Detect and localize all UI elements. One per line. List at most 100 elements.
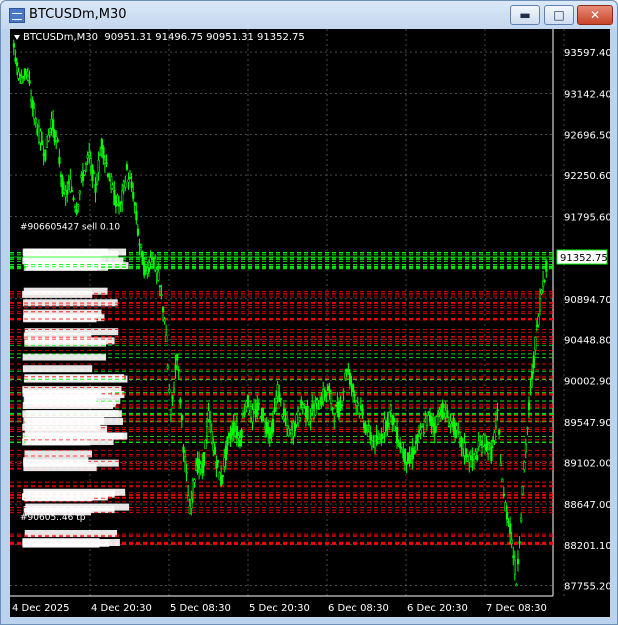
- candle-body: [202, 452, 206, 467]
- candle-body: [499, 462, 502, 467]
- y-tick-label: 87755.20: [564, 581, 610, 592]
- candle-body: [83, 170, 86, 175]
- ohlc-values: 90951.31 91496.75 90951.31 91352.75: [104, 32, 305, 43]
- candle-body: [513, 559, 517, 575]
- candle-body: [358, 413, 361, 415]
- maximize-button[interactable]: □: [544, 5, 574, 25]
- candle-body: [215, 461, 218, 469]
- candle-body: [303, 403, 306, 406]
- candle-body: [111, 184, 114, 189]
- candle-body: [538, 298, 542, 312]
- candle-body: [516, 559, 520, 565]
- order-label-block: [22, 353, 107, 361]
- candle-body: [488, 443, 491, 446]
- candle-body: [353, 394, 356, 397]
- order-label-block: [24, 374, 124, 382]
- candle-body: [275, 398, 278, 403]
- candle-body: [242, 415, 245, 419]
- minimize-icon: ▬: [519, 8, 531, 22]
- candle-body: [125, 164, 129, 170]
- chart-canvas[interactable]: 93597.40 93142.40 92696.50 92250.60 91795.60…: [10, 29, 610, 617]
- x-tick-label: 6 Dec 20:30: [407, 603, 468, 614]
- candle-body: [66, 189, 69, 195]
- minimize-button[interactable]: ▬: [510, 5, 540, 25]
- candle-body: [494, 419, 498, 427]
- candle-body: [176, 353, 179, 361]
- y-tick-label: 89102.00: [564, 459, 610, 470]
- candle-body: [118, 204, 121, 207]
- order-label-block: [22, 423, 101, 431]
- order-label-block: [23, 464, 97, 472]
- candle-body: [524, 443, 528, 453]
- candle-body: [392, 417, 396, 423]
- candle-body: [465, 448, 468, 458]
- candle-body: [107, 173, 110, 178]
- candle-body: [124, 181, 127, 188]
- candle-body: [447, 425, 451, 428]
- price-chart[interactable]: 93597.40 93142.40 92696.50 92250.60 91795.60…: [10, 29, 610, 617]
- symbol-label: BTCUSDm,M30: [23, 32, 99, 43]
- candle-body: [257, 403, 261, 405]
- candle-body: [529, 386, 532, 388]
- title-bar[interactable]: BTCUSDm,M30 ▬ □ ✕: [1, 1, 617, 29]
- candle-body: [425, 415, 429, 426]
- candle-body: [476, 455, 479, 460]
- y-tick-label: 90448.80: [564, 336, 610, 347]
- candle-body: [309, 418, 312, 421]
- candle-body: [162, 306, 165, 313]
- candle-body: [523, 461, 526, 470]
- candle-body: [319, 405, 322, 410]
- order-label-block: [24, 432, 128, 440]
- order-label-block: [22, 410, 122, 418]
- candle-body: [427, 411, 430, 414]
- candle-body: [19, 74, 22, 77]
- candle-body: [421, 426, 424, 428]
- candle-body: [403, 448, 407, 464]
- candle-body: [535, 325, 539, 327]
- candle-body: [347, 369, 350, 373]
- candle-body: [446, 410, 449, 418]
- dropdown-triangle-icon[interactable]: [14, 34, 20, 40]
- candle-body: [361, 408, 364, 415]
- candle-body: [469, 459, 473, 468]
- order-label-block: [24, 339, 106, 347]
- candle-body: [502, 493, 506, 497]
- candle-body: [432, 422, 435, 427]
- candle-body: [369, 431, 372, 441]
- candle-body: [389, 405, 392, 411]
- candle-body: [149, 257, 152, 263]
- y-tick-label: 93597.40: [564, 48, 610, 59]
- candle-body: [504, 502, 507, 512]
- candle-body: [157, 271, 160, 281]
- x-tick-label: 6 Dec 08:30: [328, 603, 389, 614]
- candle-body: [31, 100, 34, 109]
- candle-body: [433, 426, 436, 434]
- candle-body: [367, 424, 370, 427]
- candle-body: [220, 475, 223, 486]
- candle-body: [518, 541, 521, 544]
- candle-body: [416, 434, 419, 443]
- candle-body: [78, 190, 81, 195]
- current-price-label: 91352.75: [560, 253, 608, 264]
- candle-body: [314, 403, 317, 416]
- candle-body: [224, 445, 228, 461]
- candle-body: [25, 68, 28, 72]
- close-button[interactable]: ✕: [577, 5, 613, 25]
- candle-body: [229, 434, 232, 440]
- candle-body: [408, 454, 411, 464]
- candle-body: [286, 418, 289, 426]
- candle-body: [180, 415, 184, 421]
- order-label-block: [22, 290, 93, 298]
- candle-body: [271, 418, 275, 433]
- candle-body: [26, 75, 30, 81]
- candle-body: [52, 119, 55, 131]
- candle-body: [399, 441, 402, 449]
- candle-body: [543, 280, 546, 282]
- order-label-block: [23, 397, 97, 405]
- candle-body: [58, 157, 61, 164]
- candle-body: [352, 384, 355, 393]
- candle-body: [512, 555, 515, 558]
- candle-body: [455, 425, 458, 431]
- candle-body: [344, 373, 347, 379]
- order-label-top: #906605427 sell 0.10: [20, 222, 120, 232]
